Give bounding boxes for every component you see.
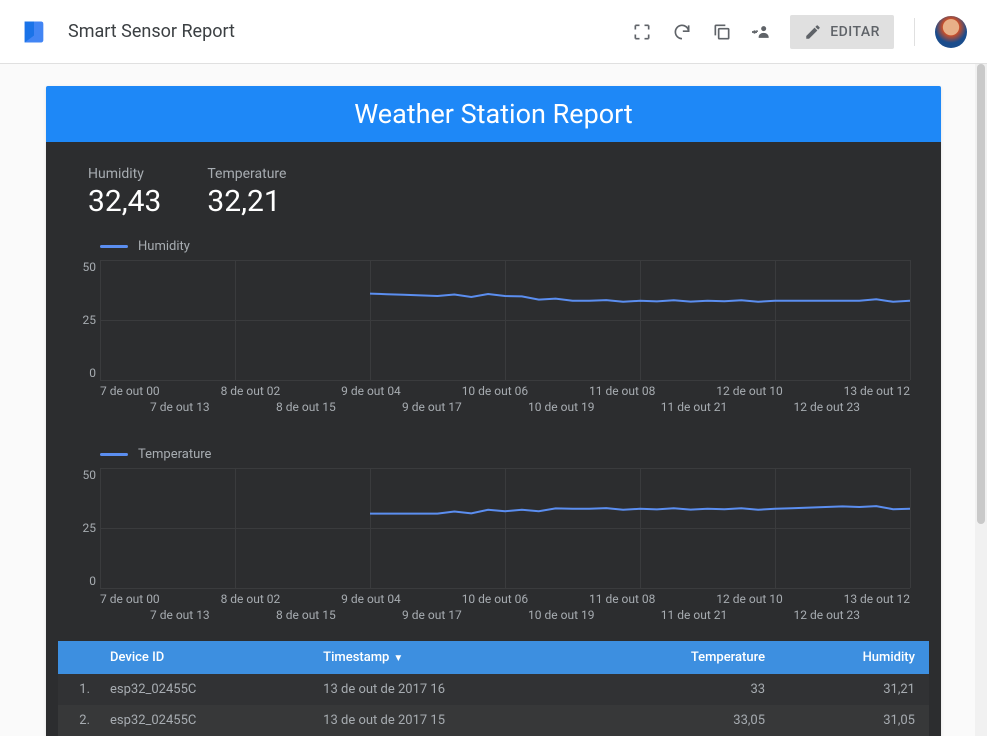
report-title: Weather Station Report [46, 86, 941, 142]
edit-button-label: EDITAR [830, 24, 880, 40]
toolbar-divider [914, 18, 915, 46]
scorecard-label: Humidity [88, 166, 161, 182]
scorecard-value: 32,21 [207, 184, 286, 219]
col-timestamp[interactable]: Timestamp▼ [309, 641, 588, 674]
report-scroll-area[interactable]: Weather Station Report Humidity 32,43 Te… [0, 64, 987, 736]
chart-plot-area [100, 468, 910, 588]
x-axis-labels: 7 de out 008 de out 029 de out 0410 de o… [58, 384, 929, 415]
scorecards-row: Humidity 32,43 Temperature 32,21 [58, 160, 929, 233]
app-toolbar: Smart Sensor Report EDITAR [0, 0, 987, 64]
data-table[interactable]: Device ID Timestamp▼ Temperature Humidit… [58, 641, 929, 736]
legend-label: Temperature [138, 447, 211, 462]
col-temperature[interactable]: Temperature [588, 641, 779, 674]
x-axis-labels: 7 de out 008 de out 029 de out 0410 de o… [58, 592, 929, 623]
scorecard-label: Temperature [207, 166, 286, 182]
chart-plot-area [100, 260, 910, 380]
chart-humidity[interactable]: Humidity 50 25 0 7 de out 008 de out 029… [58, 233, 929, 419]
report-container: Weather Station Report Humidity 32,43 Te… [46, 86, 941, 736]
app-logo-icon [20, 18, 48, 46]
fullscreen-icon[interactable] [622, 12, 662, 52]
refresh-icon[interactable] [662, 12, 702, 52]
share-person-icon[interactable] [742, 12, 782, 52]
document-title[interactable]: Smart Sensor Report [68, 21, 235, 42]
legend-label: Humidity [138, 239, 190, 254]
user-avatar[interactable] [935, 16, 967, 48]
y-axis-labels: 50 25 0 [66, 468, 96, 588]
table-row[interactable]: 2.esp32_02455C13 de out de 2017 1533,053… [58, 705, 929, 736]
legend-swatch-icon [100, 453, 128, 456]
scorecard-temperature[interactable]: Temperature 32,21 [207, 166, 286, 219]
pencil-icon [804, 23, 822, 41]
table-row[interactable]: 1.esp32_02455C13 de out de 2017 163331,2… [58, 674, 929, 705]
edit-button[interactable]: EDITAR [790, 15, 894, 49]
scrollbar-thumb[interactable] [977, 64, 985, 524]
chart-temperature[interactable]: Temperature 50 25 0 7 de out 008 de out … [58, 441, 929, 627]
chart-legend: Temperature [58, 447, 929, 462]
y-axis-labels: 50 25 0 [66, 260, 96, 380]
sort-desc-icon: ▼ [393, 653, 403, 664]
scorecard-humidity[interactable]: Humidity 32,43 [88, 166, 161, 219]
report-body: Humidity 32,43 Temperature 32,21 Humidit… [46, 142, 941, 736]
table-header-row: Device ID Timestamp▼ Temperature Humidit… [58, 641, 929, 674]
col-device[interactable]: Device ID [96, 641, 309, 674]
vertical-scrollbar[interactable] [975, 64, 987, 736]
scorecard-value: 32,43 [88, 184, 161, 219]
chart-legend: Humidity [58, 239, 929, 254]
col-humidity[interactable]: Humidity [779, 641, 929, 674]
copy-icon[interactable] [702, 12, 742, 52]
legend-swatch-icon [100, 245, 128, 248]
